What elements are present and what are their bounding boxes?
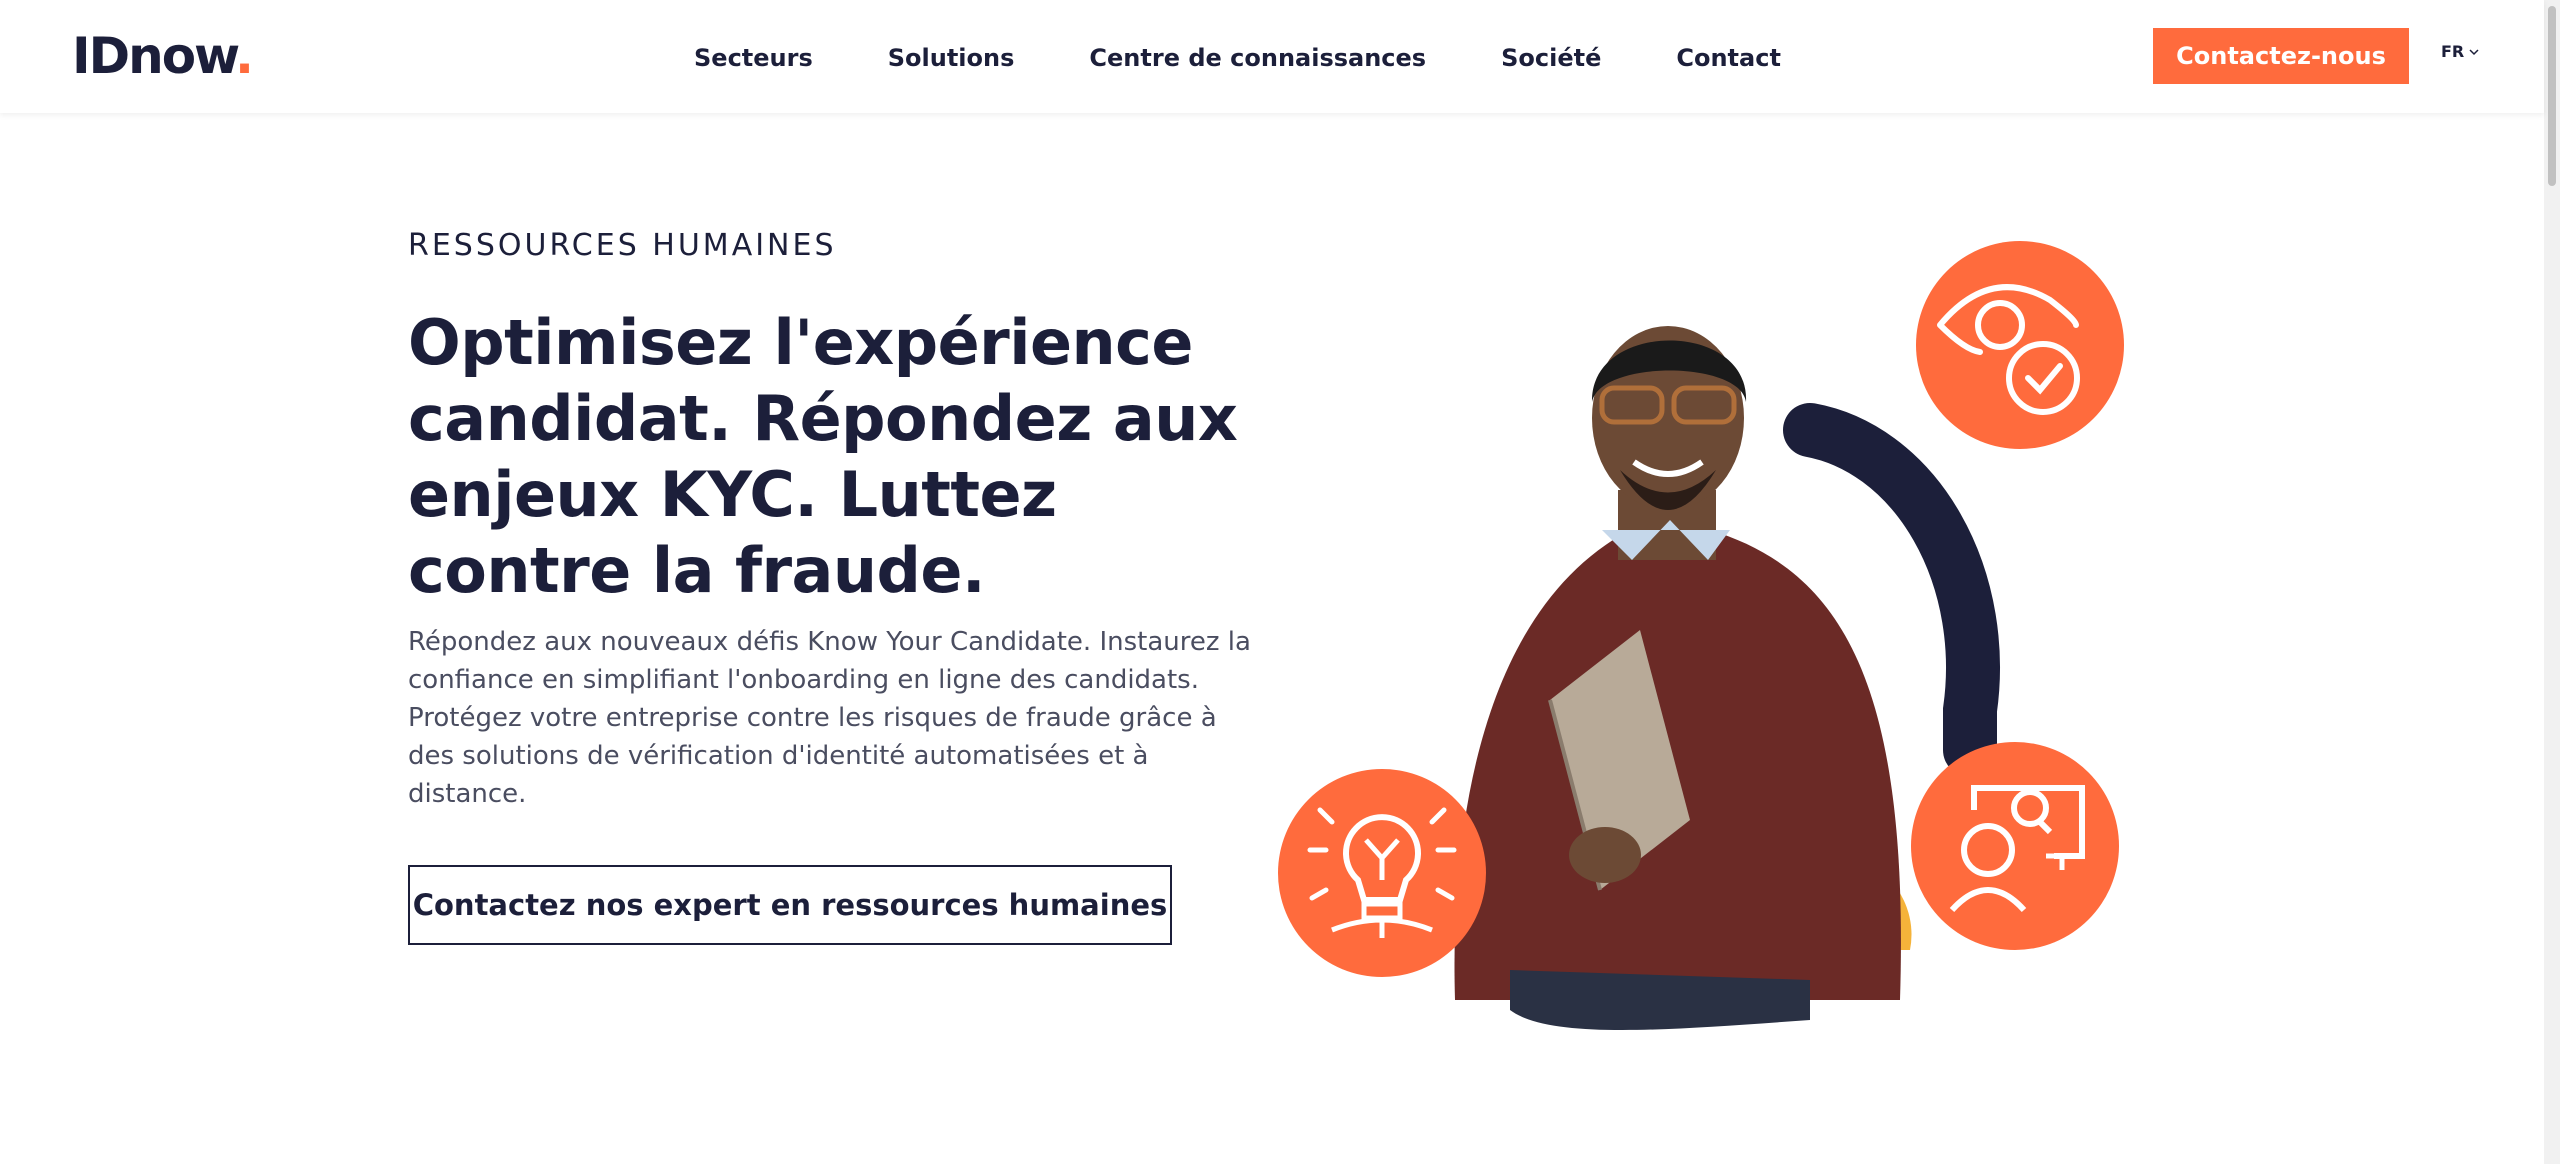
contact-hr-experts-button[interactable]: Contactez nos expert en ressources humai… bbox=[408, 865, 1172, 945]
logo-text: IDnow bbox=[72, 27, 237, 85]
section-eyebrow: RESSOURCES HUMAINES bbox=[408, 228, 837, 263]
site-header: IDnow. Secteurs Solutions Centre de conn… bbox=[0, 0, 2544, 113]
user-search-icon bbox=[1911, 742, 2119, 950]
page-scrollbar[interactable] bbox=[2544, 0, 2560, 1164]
hero-headline: Optimisez l'expérience candidat. Réponde… bbox=[408, 306, 1238, 607]
hero-description: Répondez aux nouveaux défis Know Your Ca… bbox=[408, 627, 1251, 809]
main-nav: Secteurs Solutions Centre de connaissanc… bbox=[694, 38, 1856, 78]
scrollbar-thumb[interactable] bbox=[2548, 6, 2556, 186]
chevron-down-icon bbox=[2469, 48, 2479, 55]
language-selector[interactable]: FR bbox=[2441, 42, 2480, 61]
nav-item-secteurs[interactable]: Secteurs bbox=[694, 38, 813, 78]
lightbulb-icon bbox=[1278, 769, 1486, 977]
eye-check-icon bbox=[1916, 241, 2124, 449]
nav-item-contact[interactable]: Contact bbox=[1676, 38, 1781, 78]
logo-dot: . bbox=[235, 27, 254, 85]
nav-item-solutions[interactable]: Solutions bbox=[888, 38, 1015, 78]
language-label: FR bbox=[2441, 42, 2465, 61]
hero-illustration bbox=[1278, 241, 2124, 1030]
nav-item-centre-de-connaissances[interactable]: Centre de connaissances bbox=[1089, 38, 1426, 78]
contact-us-button[interactable]: Contactez-nous bbox=[2153, 28, 2409, 84]
nav-item-societe[interactable]: Société bbox=[1501, 38, 1601, 78]
idnow-logo[interactable]: IDnow. bbox=[72, 26, 254, 86]
